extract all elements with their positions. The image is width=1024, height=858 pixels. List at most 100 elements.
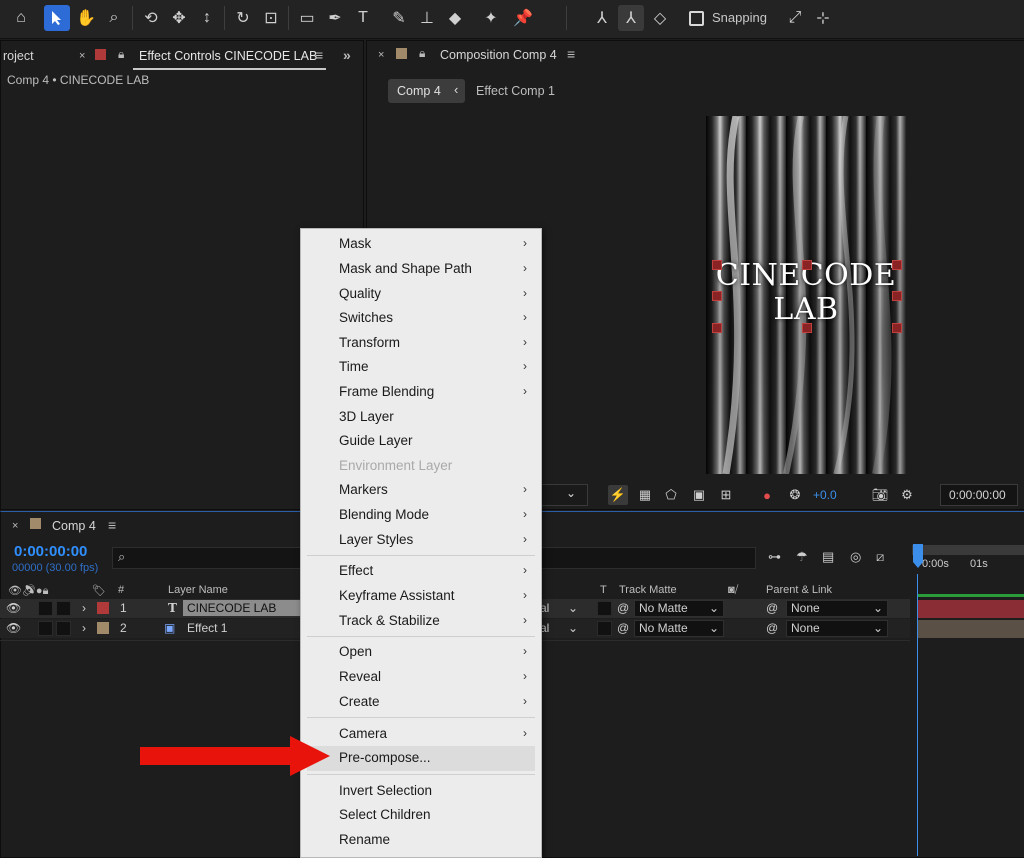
exposure-value[interactable]: +0.0 bbox=[813, 488, 837, 502]
tab-timeline-comp[interactable]: Comp 4 bbox=[52, 519, 96, 533]
transform-handle[interactable] bbox=[802, 323, 812, 333]
timeline-timecode[interactable]: 0:00:00:00 bbox=[14, 543, 87, 560]
menu-item-mask[interactable]: Mask bbox=[339, 236, 371, 251]
layer-label-color[interactable] bbox=[97, 622, 109, 634]
menu-item-layer-styles[interactable]: Layer Styles bbox=[339, 532, 413, 547]
menu-item-reveal[interactable]: Reveal bbox=[339, 669, 381, 684]
solo-toggle[interactable] bbox=[38, 621, 53, 636]
menu-item-open[interactable]: Open bbox=[339, 644, 372, 659]
composition-viewer[interactable]: CINECODE LAB bbox=[706, 116, 906, 474]
parent-pickwhip-icon[interactable]: @ bbox=[766, 621, 778, 635]
magnification-dropdown[interactable] bbox=[540, 484, 588, 506]
panel-menu-icon[interactable]: ≡ bbox=[315, 47, 323, 63]
menu-item-rename[interactable]: Rename bbox=[339, 832, 390, 847]
graph-editor-icon[interactable]: ⧄ bbox=[876, 549, 884, 565]
rectangle-tool-icon[interactable]: ▭ bbox=[294, 5, 320, 31]
tab-project[interactable]: roject bbox=[3, 49, 34, 63]
snap-edges-icon[interactable]: ⤢ bbox=[782, 5, 808, 31]
chevron-down-icon[interactable]: ⌄ bbox=[568, 601, 578, 615]
show-snapshot-icon[interactable]: ⚙ bbox=[897, 485, 917, 505]
pickwhip-icon[interactable]: @ bbox=[617, 601, 629, 615]
layer-name[interactable]: CINECODE LAB bbox=[187, 601, 276, 615]
grid-guides-icon[interactable]: ⊞ bbox=[716, 485, 736, 505]
menu-item-create[interactable]: Create bbox=[339, 694, 380, 709]
snap-features-icon[interactable]: ⊹ bbox=[810, 5, 836, 31]
transform-handle[interactable] bbox=[892, 323, 902, 333]
layer-name[interactable]: Effect 1 bbox=[187, 621, 227, 635]
track-matte-dropdown[interactable]: No Matte ⌄ bbox=[634, 600, 724, 617]
menu-item-camera[interactable]: Camera bbox=[339, 726, 387, 741]
transform-handle[interactable] bbox=[892, 260, 902, 270]
layer-search-input-right[interactable] bbox=[540, 547, 756, 569]
clone-stamp-icon[interactable]: ⊥ bbox=[414, 5, 440, 31]
transform-handle[interactable] bbox=[802, 260, 812, 270]
region-of-interest-icon[interactable]: ▣ bbox=[689, 485, 709, 505]
eye-icon[interactable]: 👁︎ bbox=[6, 621, 21, 635]
layer-label-color[interactable] bbox=[97, 602, 109, 614]
type-tool-icon[interactable]: T bbox=[350, 5, 376, 31]
close-icon[interactable]: × bbox=[378, 49, 384, 61]
menu-item-invert-selection[interactable]: Invert Selection bbox=[339, 783, 432, 798]
view-axis-icon[interactable]: ◇ bbox=[647, 5, 673, 31]
preserve-transparency-toggle[interactable] bbox=[597, 621, 612, 636]
transform-handle[interactable] bbox=[892, 291, 902, 301]
work-area-bar[interactable] bbox=[912, 545, 1024, 555]
panel-menu-icon[interactable]: ≡ bbox=[567, 46, 575, 62]
snapshot-camera-icon[interactable]: 📷︎ bbox=[870, 485, 890, 505]
menu-item-select-children[interactable]: Select Children bbox=[339, 807, 431, 822]
zoom-tool-icon[interactable]: ⌕ bbox=[101, 5, 127, 31]
layer-duration-bar[interactable] bbox=[918, 600, 1024, 618]
lock-icon[interactable]: 🔒︎ bbox=[419, 46, 425, 61]
eye-icon[interactable]: 👁︎ bbox=[6, 601, 21, 615]
fast-previews-icon[interactable]: ⚡ bbox=[608, 485, 628, 505]
menu-item-blending-mode[interactable]: Blending Mode bbox=[339, 507, 429, 522]
tab-effect-controls[interactable]: Effect Controls CINECODE LAB bbox=[139, 49, 317, 63]
expand-chevron-icon[interactable]: › bbox=[82, 621, 86, 635]
lock-toggle[interactable] bbox=[56, 601, 71, 616]
pan-tool-icon[interactable]: ✥ bbox=[166, 5, 192, 31]
parent-dropdown[interactable]: None ⌄ bbox=[786, 620, 888, 637]
expand-chevron-icon[interactable]: › bbox=[82, 601, 86, 615]
home-icon[interactable]: ⌂ bbox=[8, 5, 34, 31]
snapping-checkbox[interactable] bbox=[689, 11, 704, 26]
menu-item-3d-layer[interactable]: 3D Layer bbox=[339, 409, 394, 424]
transform-handle[interactable] bbox=[712, 291, 722, 301]
transform-handle[interactable] bbox=[712, 260, 722, 270]
draft-3d-icon[interactable]: ☂ bbox=[796, 549, 808, 565]
channels-icon[interactable]: ● bbox=[757, 485, 777, 505]
layer-duration-bar[interactable] bbox=[918, 620, 1024, 638]
menu-item-pre-compose[interactable]: Pre-compose... bbox=[339, 750, 431, 765]
selection-tool-icon[interactable] bbox=[44, 5, 70, 31]
menu-item-effect[interactable]: Effect bbox=[339, 563, 373, 578]
menu-item-guide-layer[interactable]: Guide Layer bbox=[339, 433, 413, 448]
preserve-transparency-toggle[interactable] bbox=[597, 601, 612, 616]
track-matte-dropdown[interactable]: No Matte ⌄ bbox=[634, 620, 724, 637]
breadcrumb-comp4[interactable]: Comp 4 bbox=[397, 84, 441, 98]
puppet-pin-icon[interactable]: 📌 bbox=[510, 5, 536, 31]
menu-item-time[interactable]: Time bbox=[339, 359, 369, 374]
menu-item-switches[interactable]: Switches bbox=[339, 310, 393, 325]
panel-menu-icon[interactable]: ≡ bbox=[108, 517, 116, 533]
close-icon[interactable]: × bbox=[79, 50, 85, 62]
chevron-down-icon[interactable]: ⌄ bbox=[568, 621, 578, 635]
parent-pickwhip-icon[interactable]: @ bbox=[766, 601, 778, 615]
local-axis-icon[interactable]: ⅄ bbox=[589, 5, 615, 31]
lock-toggle[interactable] bbox=[56, 621, 71, 636]
rotation-tool-icon[interactable]: ↻ bbox=[230, 5, 256, 31]
transparency-grid-icon[interactable]: ▦ bbox=[635, 485, 655, 505]
close-icon[interactable]: × bbox=[12, 520, 18, 532]
world-axis-icon[interactable]: ⅄ bbox=[618, 5, 644, 31]
breadcrumb-effect-comp[interactable]: Effect Comp 1 bbox=[476, 84, 555, 98]
orbit-tool-icon[interactable]: ⟲ bbox=[138, 5, 164, 31]
comp-flowchart-icon[interactable]: ⊶ bbox=[768, 549, 781, 565]
hand-tool-icon[interactable]: ✋ bbox=[73, 5, 99, 31]
column-layer-name[interactable]: Layer Name bbox=[168, 584, 228, 596]
tab-composition[interactable]: Composition Comp 4 bbox=[440, 48, 557, 62]
menu-item-mask-and-shape-path[interactable]: Mask and Shape Path bbox=[339, 261, 472, 276]
shy-layers-icon[interactable]: ▤ bbox=[822, 549, 834, 565]
menu-item-transform[interactable]: Transform bbox=[339, 335, 400, 350]
playhead-handle[interactable] bbox=[912, 544, 923, 574]
menu-item-track-stabilize[interactable]: Track & Stabilize bbox=[339, 613, 440, 628]
pickwhip-icon[interactable]: @ bbox=[617, 621, 629, 635]
transform-handle[interactable] bbox=[712, 323, 722, 333]
